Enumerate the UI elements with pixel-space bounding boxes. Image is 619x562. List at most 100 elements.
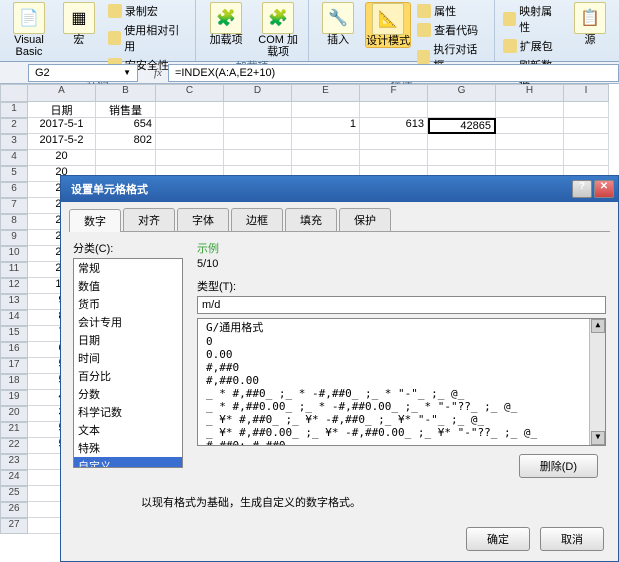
type-item[interactable]: _ * #,##0_ ;_ * -#,##0_ ;_ * "-"_ ;_ @_ xyxy=(202,387,601,400)
cell[interactable]: 42865 xyxy=(428,118,496,134)
col-header[interactable]: I xyxy=(564,84,609,102)
scroll-up-icon[interactable]: ▲ xyxy=(591,319,605,333)
type-item[interactable]: #,##0 xyxy=(202,361,601,374)
category-item[interactable]: 分数 xyxy=(74,385,182,403)
cell[interactable] xyxy=(156,150,224,166)
row-header[interactable]: 5 xyxy=(0,166,28,182)
type-item[interactable]: 0.00 xyxy=(202,348,601,361)
delete-button[interactable]: 删除(D) xyxy=(519,454,598,478)
row-header[interactable]: 18 xyxy=(0,374,28,390)
category-item[interactable]: 常规 xyxy=(74,259,182,277)
cell[interactable] xyxy=(224,134,292,150)
row-header[interactable]: 14 xyxy=(0,310,28,326)
cell[interactable] xyxy=(496,150,564,166)
category-list[interactable]: 常规数值货币会计专用日期时间百分比分数科学记数文本特殊自定义 xyxy=(73,258,183,468)
cell[interactable] xyxy=(496,118,564,134)
col-header[interactable]: B xyxy=(96,84,156,102)
col-header[interactable]: G xyxy=(428,84,496,102)
tab-填充[interactable]: 填充 xyxy=(285,208,337,231)
category-item[interactable]: 会计专用 xyxy=(74,313,182,331)
dialog-titlebar[interactable]: 设置单元格格式 ? ✕ xyxy=(61,176,618,202)
row-header[interactable]: 12 xyxy=(0,278,28,294)
cell[interactable] xyxy=(156,118,224,134)
tab-保护[interactable]: 保护 xyxy=(339,208,391,231)
cell[interactable] xyxy=(156,134,224,150)
cell[interactable] xyxy=(96,150,156,166)
row-header[interactable]: 17 xyxy=(0,358,28,374)
name-box[interactable]: G2▼ xyxy=(28,64,138,82)
category-item[interactable]: 时间 xyxy=(74,349,182,367)
category-item[interactable]: 自定义 xyxy=(74,457,182,468)
type-list[interactable]: G/通用格式00.00#,##0#,##0.00_ * #,##0_ ;_ * … xyxy=(197,318,606,446)
row-header[interactable]: 27 xyxy=(0,518,28,534)
help-button[interactable]: ? xyxy=(572,180,592,198)
com-addins-button[interactable]: 🧩COM 加载项 xyxy=(254,2,302,58)
tab-边框[interactable]: 边框 xyxy=(231,208,283,231)
relative-ref[interactable]: 使用相对引用 xyxy=(106,21,189,55)
category-item[interactable]: 特殊 xyxy=(74,439,182,457)
cell[interactable] xyxy=(564,150,609,166)
type-item[interactable]: #,##0;-#,##0 xyxy=(202,439,601,446)
cell[interactable]: 销售量 xyxy=(96,102,156,118)
cell[interactable] xyxy=(292,134,360,150)
record-macro[interactable]: 录制宏 xyxy=(106,2,189,20)
cell[interactable] xyxy=(564,102,609,118)
cell[interactable] xyxy=(360,102,428,118)
insert-button[interactable]: 🔧插入 xyxy=(315,2,361,46)
vb-button[interactable]: 📄Visual Basic xyxy=(6,2,52,58)
fx-icon[interactable]: fx xyxy=(154,67,162,79)
cell[interactable] xyxy=(224,102,292,118)
row-header[interactable]: 13 xyxy=(0,294,28,310)
row-header[interactable]: 24 xyxy=(0,470,28,486)
cell[interactable]: 613 xyxy=(360,118,428,134)
category-item[interactable]: 日期 xyxy=(74,331,182,349)
col-header[interactable]: C xyxy=(156,84,224,102)
cell[interactable] xyxy=(496,134,564,150)
addins-button[interactable]: 🧩加载项 xyxy=(202,2,250,46)
macro-button[interactable]: ▦宏 xyxy=(56,2,102,46)
cell[interactable]: 2017-5-1 xyxy=(28,118,96,134)
col-header[interactable]: D xyxy=(224,84,292,102)
map-props[interactable]: 映射属性 xyxy=(501,2,563,36)
row-header[interactable]: 11 xyxy=(0,262,28,278)
type-item[interactable]: 0 xyxy=(202,335,601,348)
category-item[interactable]: 数值 xyxy=(74,277,182,295)
col-header[interactable]: H xyxy=(496,84,564,102)
cell[interactable] xyxy=(564,118,609,134)
ok-button[interactable]: 确定 xyxy=(466,527,530,551)
tab-数字[interactable]: 数字 xyxy=(69,209,121,232)
cell[interactable] xyxy=(496,102,564,118)
cell[interactable]: 654 xyxy=(96,118,156,134)
cell[interactable] xyxy=(224,118,292,134)
cell[interactable] xyxy=(428,134,496,150)
cell[interactable] xyxy=(156,102,224,118)
category-item[interactable]: 货币 xyxy=(74,295,182,313)
row-header[interactable]: 21 xyxy=(0,422,28,438)
cell[interactable] xyxy=(224,150,292,166)
tab-字体[interactable]: 字体 xyxy=(177,208,229,231)
scrollbar[interactable]: ▲ ▼ xyxy=(589,319,605,445)
cell[interactable] xyxy=(360,134,428,150)
row-header[interactable]: 10 xyxy=(0,246,28,262)
cell[interactable] xyxy=(292,150,360,166)
close-button[interactable]: ✕ xyxy=(594,180,614,198)
type-item[interactable]: _ ¥* #,##0_ ;_ ¥* -#,##0_ ;_ ¥* "-"_ ;_ … xyxy=(202,413,601,426)
col-header[interactable]: E xyxy=(292,84,360,102)
type-item[interactable]: G/通用格式 xyxy=(202,319,601,335)
row-header[interactable]: 2 xyxy=(0,118,28,134)
scroll-down-icon[interactable]: ▼ xyxy=(591,431,605,445)
category-item[interactable]: 文本 xyxy=(74,421,182,439)
select-all[interactable] xyxy=(0,84,28,102)
row-header[interactable]: 3 xyxy=(0,134,28,150)
type-item[interactable]: _ * #,##0.00_ ;_ * -#,##0.00_ ;_ * "-"??… xyxy=(202,400,601,413)
type-item[interactable]: _ ¥* #,##0.00_ ;_ ¥* -#,##0.00_ ;_ ¥* "-… xyxy=(202,426,601,439)
row-header[interactable]: 25 xyxy=(0,486,28,502)
cell[interactable] xyxy=(292,102,360,118)
col-header[interactable]: A xyxy=(28,84,96,102)
view-code[interactable]: 查看代码 xyxy=(415,21,488,39)
properties[interactable]: 属性 xyxy=(415,2,488,20)
dropdown-icon[interactable]: ▼ xyxy=(123,68,131,77)
cancel-button[interactable]: 取消 xyxy=(540,527,604,551)
design-mode-button[interactable]: 📐设计模式 xyxy=(365,2,411,48)
cell[interactable] xyxy=(360,150,428,166)
